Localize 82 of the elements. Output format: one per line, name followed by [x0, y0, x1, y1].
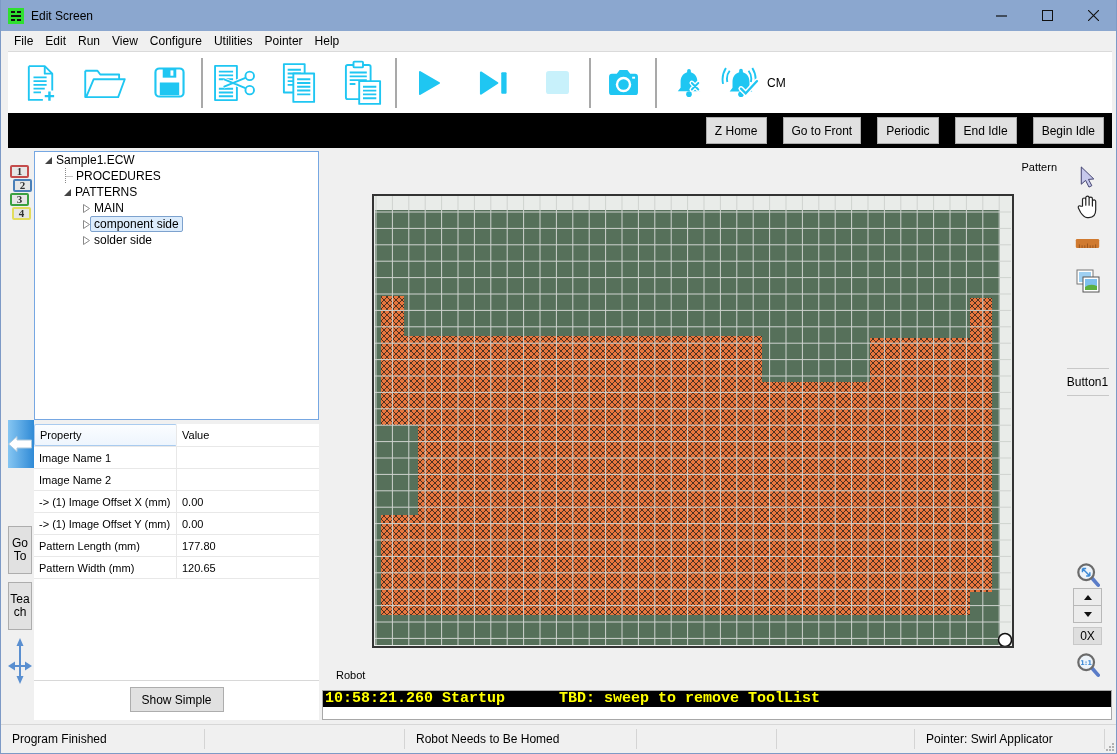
collapsed-triangle-icon[interactable] [83, 219, 90, 229]
command-button[interactable]: Z Home [705, 117, 767, 144]
corner-handle[interactable] [997, 632, 1012, 646]
tree-item[interactable]: PROCEDURES [72, 168, 165, 184]
zoom-readout: 0X [1073, 627, 1102, 645]
menu-item[interactable]: Utilities [207, 32, 259, 50]
resize-grip-icon[interactable] [1105, 742, 1114, 751]
property-name-cell: Image Name 2 [34, 469, 177, 490]
step-forward-icon [477, 69, 509, 96]
property-name-cell: -> (1) Image Offset Y (mm) [34, 513, 177, 534]
paste-icon [344, 59, 382, 106]
show-simple-button[interactable]: Show Simple [129, 687, 224, 712]
zoom-fit-icon[interactable] [1075, 562, 1100, 588]
menu-item[interactable]: Edit [39, 32, 73, 50]
pointer-arrow-icon[interactable] [1079, 166, 1096, 189]
property-value-cell-text: 0.00 [181, 494, 205, 510]
ringing-bell-check-icon [721, 66, 761, 99]
menu-item[interactable]: Pointer [258, 32, 309, 50]
menu-item[interactable]: File [8, 32, 40, 50]
menu-item[interactable]: Run [72, 32, 107, 50]
menu-item[interactable]: Configure [143, 32, 208, 50]
menu-item[interactable]: Help [308, 32, 346, 50]
menu-item[interactable]: View [106, 32, 144, 50]
status-text: Program Finished [12, 732, 107, 746]
up-triangle-icon [1083, 594, 1092, 600]
scroll-up-button[interactable] [1073, 588, 1102, 606]
ruler-icon[interactable] [1075, 239, 1100, 248]
column-header[interactable]: Value [177, 424, 319, 446]
property-value-cell-text: 177.80 [181, 538, 217, 554]
command-button[interactable]: Begin Idle [1032, 117, 1104, 144]
collapsed-triangle-icon[interactable] [83, 235, 90, 245]
tree-item[interactable]: Sample1.ECW [52, 152, 139, 168]
copy-icon [282, 61, 316, 104]
property-name-cell: -> (1) Image Offset X (mm) [34, 491, 177, 512]
four-way-arrow-icon[interactable] [8, 638, 32, 684]
collapsed-triangle-icon[interactable] [83, 203, 90, 213]
status-text: Robot Needs to Be Homed [416, 732, 560, 746]
side-button[interactable]: Teach [8, 582, 32, 630]
close-icon [1087, 10, 1099, 21]
property-name-cell: Pattern Length (mm) [34, 535, 177, 556]
expanded-triangle-icon[interactable] [64, 188, 71, 196]
tree-item[interactable]: MAIN [90, 200, 128, 216]
play-icon [417, 69, 441, 96]
window-title: Edit Screen [31, 8, 94, 23]
layer-number-tag[interactable]: 4 [12, 207, 31, 220]
collapse-panel-button[interactable] [8, 420, 34, 468]
layer-number-tag[interactable]: 1 [10, 165, 29, 178]
hand-icon[interactable] [1076, 195, 1099, 219]
property-value-cell-text: 0.00 [181, 516, 205, 532]
expanded-triangle-icon[interactable] [45, 156, 52, 164]
scroll-down-button[interactable] [1073, 605, 1102, 623]
command-button[interactable]: Periodic [877, 117, 939, 144]
command-button[interactable]: End Idle [954, 117, 1017, 144]
app-icon [8, 7, 24, 24]
left-arrow-icon [8, 436, 32, 452]
property-name-cell: Image Name 1 [34, 447, 177, 468]
tree-item[interactable]: component side [90, 216, 183, 232]
tree-line [64, 168, 73, 184]
status-text: Pointer: Swirl Applicator [926, 732, 1053, 746]
bell-cross-icon [675, 67, 703, 98]
log-label: Robot [336, 669, 366, 681]
tree-item[interactable]: solder side [90, 232, 157, 248]
tree-item[interactable]: PATTERNS [71, 184, 142, 200]
layer-number-tag[interactable]: 2 [13, 179, 32, 192]
cut-document-icon [213, 63, 257, 102]
pictures-icon[interactable] [1075, 269, 1100, 293]
minimize-icon [995, 14, 1007, 17]
camera-icon [606, 69, 640, 96]
side-button[interactable]: Go To [8, 526, 32, 574]
property-name-cell: Pattern Width (mm) [34, 557, 177, 578]
down-triangle-icon [1083, 611, 1092, 617]
hatched-pattern-area[interactable] [381, 296, 992, 615]
layer-number-tag[interactable]: 3 [10, 193, 29, 206]
plain-button[interactable]: Button1 [1066, 368, 1109, 396]
maximize-icon [1041, 10, 1053, 21]
property-value-cell-text: 120.65 [181, 560, 217, 576]
column-header[interactable]: Property [34, 424, 177, 446]
alarm-on-button[interactable]: CM [721, 54, 790, 111]
view-label: Pattern [1021, 161, 1057, 173]
new-document-icon [26, 63, 56, 102]
command-button[interactable]: Go to Front [782, 117, 862, 144]
stop-icon [545, 71, 569, 94]
